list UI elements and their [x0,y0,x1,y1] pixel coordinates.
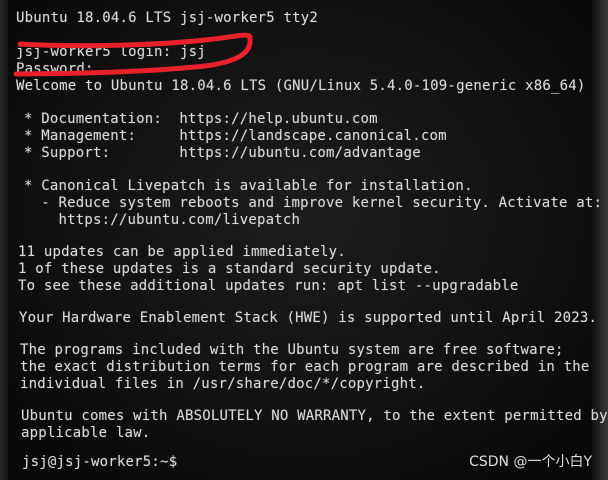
tty-header: Ubuntu 18.04.6 LTS jsj-worker5 tty2 [16,10,319,26]
motd-warranty-law: applicable law. [21,425,151,441]
welcome-message: Welcome to Ubuntu 18.04.6 LTS (GNU/Linux… [16,78,586,94]
login-prompt[interactable]: jsj-worker5 login: jsj [16,44,206,60]
motd-security-updates: 1 of these updates is a standard securit… [18,261,441,277]
monitor-bezel-left [0,0,8,480]
shell-prompt[interactable]: jsj@jsj-worker5:~$ [22,454,177,470]
motd-hwe-support: Your Hardware Enablement Stack (HWE) is … [19,310,598,326]
motd-livepatch-detail: - Reduce system reboots and improve kern… [24,195,603,211]
password-prompt[interactable]: Password: [16,61,94,77]
motd-support: * Support: https://ubuntu.com/advantage [24,145,421,161]
csdn-watermark: CSDN @一个小白Y [469,454,592,470]
motd-management: * Management: https://landscape.canonica… [24,128,447,144]
motd-copyright-files: individual files in /usr/share/doc/*/cop… [20,376,426,392]
motd-documentation: * Documentation: https://help.ubuntu.com [24,111,378,127]
motd-livepatch-url: https://ubuntu.com/livepatch [24,212,301,228]
motd-warranty: Ubuntu comes with ABSOLUTELY NO WARRANTY… [21,408,608,424]
motd-updates-hint: To see these additional updates run: apt… [18,278,519,294]
motd-livepatch: * Canonical Livepatch is available for i… [24,178,473,194]
motd-free-software: The programs included with the Ubuntu sy… [20,342,564,358]
photographed-console-screen: Ubuntu 18.04.6 LTS jsj-worker5 tty2 jsj-… [0,0,608,480]
motd-updates-count: 11 updates can be applied immediately. [18,244,346,260]
motd-distribution-terms: the exact distribution terms for each pr… [20,359,590,375]
